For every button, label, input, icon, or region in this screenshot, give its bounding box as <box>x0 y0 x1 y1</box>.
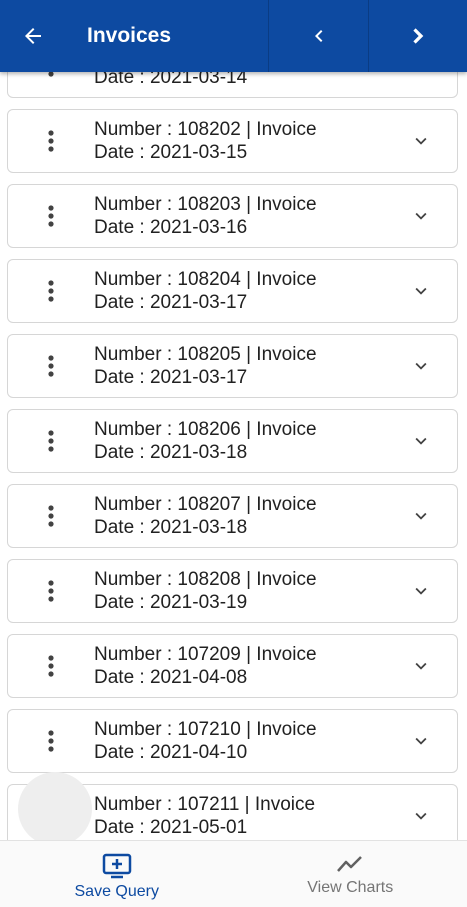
more-vert-icon <box>48 355 54 377</box>
invoice-summary: Number : 107211 | Invoice Date : 2021-05-… <box>94 793 385 839</box>
invoice-summary: Number : 108205 | Invoice Date : 2021-03-… <box>94 343 385 389</box>
chevron-left-icon <box>314 30 322 42</box>
invoice-card[interactable]: Number : 108205 | Invoice Date : 2021-03-… <box>7 334 458 398</box>
invoice-card[interactable]: Number : 108202 | Invoice Date : 2021-03-… <box>7 109 458 173</box>
more-vert-icon <box>48 280 54 302</box>
chevron-down-icon <box>415 362 427 370</box>
previous-page-button[interactable] <box>268 0 368 72</box>
invoice-card[interactable]: Number : 108208 | Invoice Date : 2021-03-… <box>7 559 458 623</box>
invoice-list[interactable]: Date : 2021-03-14 Number : 108202 | Invoi… <box>0 0 467 840</box>
back-button[interactable] <box>0 0 66 72</box>
more-vert-icon <box>48 430 54 452</box>
more-options-button[interactable] <box>8 260 94 322</box>
invoice-card[interactable]: Number : 108203 | Invoice Date : 2021-03-… <box>7 184 458 248</box>
view-charts-tab[interactable]: View Charts <box>234 841 467 907</box>
invoice-date-text: Date : 2021-03-18 <box>94 517 248 538</box>
ripple-overlay <box>18 772 92 840</box>
invoice-date-text: Date : 2021-04-10 <box>94 742 248 763</box>
more-vert-icon <box>48 655 54 677</box>
invoice-summary: Number : 108204 | Invoice Date : 2021-03-… <box>94 268 385 314</box>
chevron-down-icon <box>415 812 427 820</box>
more-options-button[interactable] <box>8 185 94 247</box>
expand-button[interactable] <box>385 710 457 772</box>
more-options-button[interactable] <box>8 410 94 472</box>
expand-button[interactable] <box>385 110 457 172</box>
expand-button[interactable] <box>385 335 457 397</box>
bottom-navigation: Save Query View Charts <box>0 840 467 907</box>
save-query-label: Save Query <box>74 883 159 900</box>
more-vert-icon <box>48 130 54 152</box>
invoice-date-text: Date : 2021-03-18 <box>94 442 248 463</box>
more-options-button[interactable] <box>8 335 94 397</box>
add-to-screen-icon <box>102 853 131 879</box>
invoice-date-text: Date : 2021-03-17 <box>94 292 248 313</box>
chevron-down-icon <box>415 512 427 520</box>
more-vert-icon <box>48 730 54 752</box>
chevron-down-icon <box>415 662 427 670</box>
invoice-card[interactable]: Number : 108204 | Invoice Date : 2021-03-… <box>7 259 458 323</box>
expand-button[interactable] <box>385 785 457 840</box>
invoice-summary: Number : 108208 | Invoice Date : 2021-03-… <box>94 568 385 614</box>
expand-button[interactable] <box>385 560 457 622</box>
arrow-left-icon <box>25 28 41 44</box>
app-bar: Invoices <box>0 0 467 72</box>
invoice-date-text: Date : 2021-03-16 <box>94 217 248 238</box>
chevron-down-icon <box>415 587 427 595</box>
invoice-number-text: Number : 108208 | Invoice <box>94 569 317 590</box>
invoice-number-text: Number : 108205 | Invoice <box>94 344 317 365</box>
page-title: Invoices <box>87 24 172 47</box>
invoice-number-text: Number : 107211 | Invoice <box>94 794 316 815</box>
invoice-number-text: Number : 108204 | Invoice <box>94 269 317 290</box>
invoice-date-text: Date : 2021-03-15 <box>94 142 248 163</box>
invoice-card[interactable]: Number : 108207 | Invoice Date : 2021-03-… <box>7 484 458 548</box>
chevron-down-icon <box>415 287 427 295</box>
invoice-date-text: Date : 2021-04-08 <box>94 667 248 688</box>
expand-button[interactable] <box>385 635 457 697</box>
invoice-date-text: Date : 2021-03-19 <box>94 592 248 613</box>
more-options-button[interactable] <box>8 110 94 172</box>
more-options-button[interactable] <box>8 485 94 547</box>
save-query-tab[interactable]: Save Query <box>0 841 234 907</box>
invoice-summary: Number : 108207 | Invoice Date : 2021-03-… <box>94 493 385 539</box>
invoice-summary: Number : 108203 | Invoice Date : 2021-03-… <box>94 193 385 239</box>
more-vert-icon <box>48 505 54 527</box>
expand-button[interactable] <box>385 410 457 472</box>
invoice-card[interactable]: Number : 107210 | Invoice Date : 2021-04-… <box>7 709 458 773</box>
invoice-number-text: Number : 108207 | Invoice <box>94 494 317 515</box>
line-chart-icon <box>337 856 363 872</box>
invoice-date-text: Date : 2021-05-01 <box>94 817 248 838</box>
invoice-number-text: Number : 108203 | Invoice <box>94 194 317 215</box>
chevron-right-icon <box>413 28 424 44</box>
invoice-number-text: Number : 107210 | Invoice <box>94 719 317 740</box>
invoice-card[interactable]: Number : 107209 | Invoice Date : 2021-04-… <box>7 634 458 698</box>
invoice-summary: Number : 108206 | Invoice Date : 2021-03-… <box>94 418 385 464</box>
invoice-card[interactable]: Number : 108206 | Invoice Date : 2021-03-… <box>7 409 458 473</box>
invoice-summary: Number : 107209 | Invoice Date : 2021-04-… <box>94 643 385 689</box>
more-vert-icon <box>48 205 54 227</box>
expand-button[interactable] <box>385 485 457 547</box>
invoice-number-text: Number : 107209 | Invoice <box>94 644 317 665</box>
view-charts-label: View Charts <box>307 879 394 896</box>
more-vert-icon <box>48 580 54 602</box>
chevron-down-icon <box>415 437 427 445</box>
more-options-button[interactable] <box>8 635 94 697</box>
expand-button[interactable] <box>385 260 457 322</box>
invoice-date-text: Date : 2021-03-17 <box>94 367 248 388</box>
invoice-number-text: Number : 108202 | Invoice <box>94 119 317 140</box>
chevron-down-icon <box>415 137 427 145</box>
more-options-button[interactable] <box>8 560 94 622</box>
invoice-number-text: Number : 108206 | Invoice <box>94 419 317 440</box>
invoice-summary: Number : 107210 | Invoice Date : 2021-04-… <box>94 718 385 764</box>
expand-button[interactable] <box>385 185 457 247</box>
chevron-down-icon <box>415 737 427 745</box>
next-page-button[interactable] <box>368 0 467 72</box>
more-options-button[interactable] <box>8 710 94 772</box>
invoice-summary: Number : 108202 | Invoice Date : 2021-03-… <box>94 118 385 164</box>
chevron-down-icon <box>415 212 427 220</box>
